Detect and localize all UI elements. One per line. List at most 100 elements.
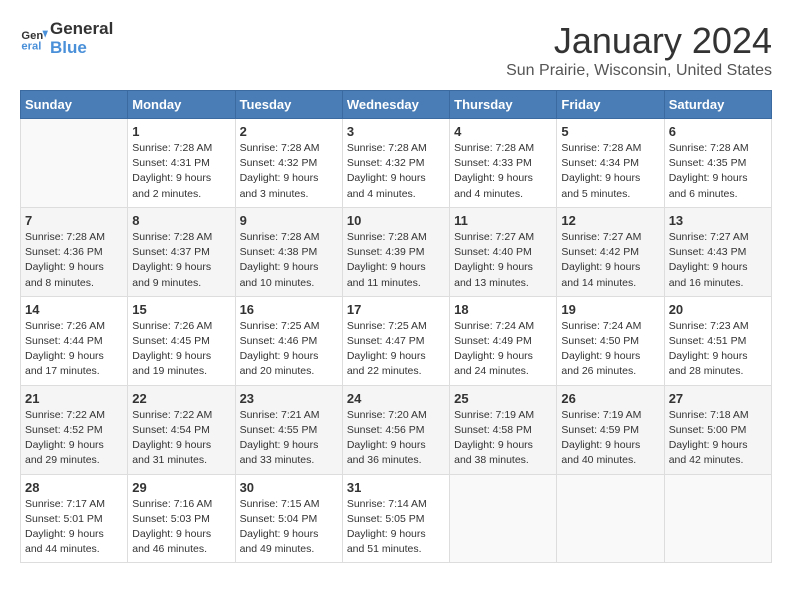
day-number: 26 [561, 391, 659, 406]
calendar-cell: 4Sunrise: 7:28 AM Sunset: 4:33 PM Daylig… [450, 119, 557, 208]
calendar-cell [21, 119, 128, 208]
day-info: Sunrise: 7:26 AM Sunset: 4:45 PM Dayligh… [132, 319, 230, 380]
calendar-cell: 23Sunrise: 7:21 AM Sunset: 4:55 PM Dayli… [235, 385, 342, 474]
day-number: 15 [132, 302, 230, 317]
day-info: Sunrise: 7:28 AM Sunset: 4:32 PM Dayligh… [240, 141, 338, 202]
day-number: 9 [240, 213, 338, 228]
calendar-cell: 26 Sunrise: 7:19 AM Sunset: 4:59 PM Dayli… [557, 385, 664, 474]
day-number: 11 [454, 213, 552, 228]
calendar-cell: 8Sunrise: 7:28 AM Sunset: 4:37 PM Daylig… [128, 207, 235, 296]
day-info: Sunrise: 7:25 AM Sunset: 4:47 PM Dayligh… [347, 319, 445, 380]
day-info: Sunrise: 7:23 AM Sunset: 4:51 PM Dayligh… [669, 319, 767, 380]
day-number: 3 [347, 124, 445, 139]
day-number: 31 [347, 480, 445, 495]
day-info: Sunrise: 7:28 AM Sunset: 4:32 PM Dayligh… [347, 141, 445, 202]
day-info: Sunrise: 7:25 AM Sunset: 4:46 PM Dayligh… [240, 319, 338, 380]
day-info: Sunrise: 7:26 AM Sunset: 4:44 PM Dayligh… [25, 319, 123, 380]
day-number: 12 [561, 213, 659, 228]
column-header-monday: Monday [128, 91, 235, 119]
week-row-4: 21 Sunrise: 7:22 AM Sunset: 4:52 PM Dayli… [21, 385, 772, 474]
day-number: 1 [132, 124, 230, 139]
column-header-thursday: Thursday [450, 91, 557, 119]
logo-icon: Gen eral [20, 25, 48, 53]
day-info: Sunrise: 7:18 AM Sunset: 5:00 PM Dayligh… [669, 408, 767, 469]
calendar-cell: 1 Sunrise: 7:28 AM Sunset: 4:31 PM Daylig… [128, 119, 235, 208]
logo-line2: Blue [50, 39, 113, 58]
day-info: Sunrise: 7:28 AM Sunset: 4:33 PM Dayligh… [454, 141, 552, 202]
calendar-cell: 29Sunrise: 7:16 AM Sunset: 5:03 PM Dayli… [128, 474, 235, 563]
day-info: Sunrise: 7:20 AM Sunset: 4:56 PM Dayligh… [347, 408, 445, 469]
day-info: Sunrise: 7:19 AM Sunset: 4:58 PM Dayligh… [454, 408, 552, 469]
day-info: Sunrise: 7:27 AM Sunset: 4:40 PM Dayligh… [454, 230, 552, 291]
column-header-sunday: Sunday [21, 91, 128, 119]
day-info: Sunrise: 7:15 AM Sunset: 5:04 PM Dayligh… [240, 497, 338, 558]
calendar-body: 1 Sunrise: 7:28 AM Sunset: 4:31 PM Daylig… [21, 119, 772, 563]
day-number: 18 [454, 302, 552, 317]
day-info: Sunrise: 7:19 AM Sunset: 4:59 PM Dayligh… [561, 408, 659, 469]
calendar-cell: 10 Sunrise: 7:28 AM Sunset: 4:39 PM Dayli… [342, 207, 449, 296]
title-area: January 2024 Sun Prairie, Wisconsin, Uni… [506, 20, 772, 80]
day-info: Sunrise: 7:22 AM Sunset: 4:52 PM Dayligh… [25, 408, 123, 469]
column-header-friday: Friday [557, 91, 664, 119]
calendar-cell [450, 474, 557, 563]
calendar-table: SundayMondayTuesdayWednesdayThursdayFrid… [20, 90, 772, 563]
calendar-cell [664, 474, 771, 563]
day-info: Sunrise: 7:28 AM Sunset: 4:38 PM Dayligh… [240, 230, 338, 291]
calendar-cell: 27 Sunrise: 7:18 AM Sunset: 5:00 PM Dayli… [664, 385, 771, 474]
day-info: Sunrise: 7:28 AM Sunset: 4:34 PM Dayligh… [561, 141, 659, 202]
calendar-cell: 30 Sunrise: 7:15 AM Sunset: 5:04 PM Dayli… [235, 474, 342, 563]
day-number: 19 [561, 302, 659, 317]
day-info: Sunrise: 7:28 AM Sunset: 4:35 PM Dayligh… [669, 141, 767, 202]
day-number: 17 [347, 302, 445, 317]
header-row: SundayMondayTuesdayWednesdayThursdayFrid… [21, 91, 772, 119]
day-number: 10 [347, 213, 445, 228]
day-number: 28 [25, 480, 123, 495]
logo: Gen eral General Blue [20, 20, 113, 57]
calendar-cell: 2Sunrise: 7:28 AM Sunset: 4:32 PM Daylig… [235, 119, 342, 208]
day-number: 21 [25, 391, 123, 406]
day-number: 30 [240, 480, 338, 495]
day-number: 5 [561, 124, 659, 139]
day-info: Sunrise: 7:14 AM Sunset: 5:05 PM Dayligh… [347, 497, 445, 558]
day-number: 7 [25, 213, 123, 228]
calendar-cell: 20Sunrise: 7:23 AM Sunset: 4:51 PM Dayli… [664, 296, 771, 385]
week-row-2: 7Sunrise: 7:28 AM Sunset: 4:36 PM Daylig… [21, 207, 772, 296]
logo-line1: General [50, 20, 113, 39]
day-number: 24 [347, 391, 445, 406]
day-number: 8 [132, 213, 230, 228]
day-number: 16 [240, 302, 338, 317]
column-header-saturday: Saturday [664, 91, 771, 119]
calendar-cell: 15 Sunrise: 7:26 AM Sunset: 4:45 PM Dayli… [128, 296, 235, 385]
calendar-subtitle: Sun Prairie, Wisconsin, United States [506, 62, 772, 80]
calendar-cell: 6Sunrise: 7:28 AM Sunset: 4:35 PM Daylig… [664, 119, 771, 208]
day-number: 14 [25, 302, 123, 317]
day-info: Sunrise: 7:28 AM Sunset: 4:31 PM Dayligh… [132, 141, 230, 202]
calendar-cell: 13Sunrise: 7:27 AM Sunset: 4:43 PM Dayli… [664, 207, 771, 296]
calendar-cell: 28 Sunrise: 7:17 AM Sunset: 5:01 PM Dayli… [21, 474, 128, 563]
calendar-cell: 3 Sunrise: 7:28 AM Sunset: 4:32 PM Daylig… [342, 119, 449, 208]
week-row-5: 28 Sunrise: 7:17 AM Sunset: 5:01 PM Dayli… [21, 474, 772, 563]
calendar-header: SundayMondayTuesdayWednesdayThursdayFrid… [21, 91, 772, 119]
calendar-cell: 22Sunrise: 7:22 AM Sunset: 4:54 PM Dayli… [128, 385, 235, 474]
calendar-cell: 7Sunrise: 7:28 AM Sunset: 4:36 PM Daylig… [21, 207, 128, 296]
calendar-cell: 25 Sunrise: 7:19 AM Sunset: 4:58 PM Dayli… [450, 385, 557, 474]
day-info: Sunrise: 7:24 AM Sunset: 4:50 PM Dayligh… [561, 319, 659, 380]
day-info: Sunrise: 7:27 AM Sunset: 4:42 PM Dayligh… [561, 230, 659, 291]
week-row-3: 14 Sunrise: 7:26 AM Sunset: 4:44 PM Dayli… [21, 296, 772, 385]
calendar-cell: 19 Sunrise: 7:24 AM Sunset: 4:50 PM Dayli… [557, 296, 664, 385]
day-info: Sunrise: 7:24 AM Sunset: 4:49 PM Dayligh… [454, 319, 552, 380]
day-number: 23 [240, 391, 338, 406]
svg-text:eral: eral [21, 40, 41, 52]
calendar-cell: 21 Sunrise: 7:22 AM Sunset: 4:52 PM Dayli… [21, 385, 128, 474]
calendar-cell [557, 474, 664, 563]
day-info: Sunrise: 7:28 AM Sunset: 4:39 PM Dayligh… [347, 230, 445, 291]
calendar-cell: 5 Sunrise: 7:28 AM Sunset: 4:34 PM Daylig… [557, 119, 664, 208]
day-info: Sunrise: 7:22 AM Sunset: 4:54 PM Dayligh… [132, 408, 230, 469]
page-header: Gen eral General Blue January 2024 Sun P… [20, 20, 772, 80]
calendar-cell: 12 Sunrise: 7:27 AM Sunset: 4:42 PM Dayli… [557, 207, 664, 296]
day-info: Sunrise: 7:16 AM Sunset: 5:03 PM Dayligh… [132, 497, 230, 558]
day-info: Sunrise: 7:17 AM Sunset: 5:01 PM Dayligh… [25, 497, 123, 558]
calendar-cell: 17 Sunrise: 7:25 AM Sunset: 4:47 PM Dayli… [342, 296, 449, 385]
day-number: 27 [669, 391, 767, 406]
day-number: 25 [454, 391, 552, 406]
